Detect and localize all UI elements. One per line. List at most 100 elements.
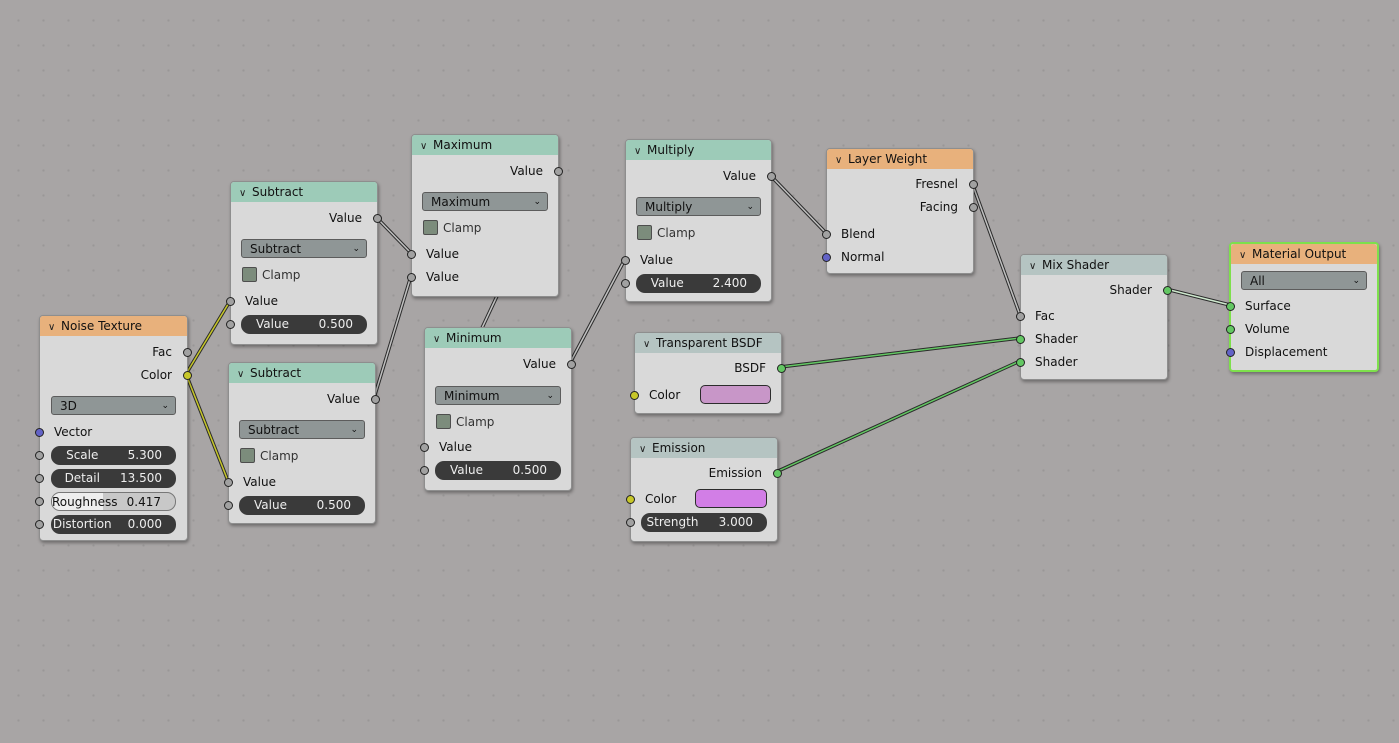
mix-shader-node[interactable]: ∨ Mix Shader Shader Fac Shader Shader xyxy=(1016,254,1172,380)
collapse-chevron-icon[interactable]: ∨ xyxy=(639,440,652,458)
socket-fac[interactable] xyxy=(1016,312,1025,321)
dropdown-value: Multiply xyxy=(645,200,693,214)
socket-scale[interactable] xyxy=(35,451,44,460)
emission-node[interactable]: ∨ Emission Emission Color Strength 3.000 xyxy=(626,437,782,542)
socket-shader-out[interactable] xyxy=(1163,286,1172,295)
value-field[interactable]: Value 0.500 xyxy=(241,315,367,334)
material-output-node[interactable]: ∨ Material Output All ⌄ Surface Volume Dis… xyxy=(1226,242,1379,372)
socket-surface[interactable] xyxy=(1226,302,1235,311)
minimum-node[interactable]: ∨ Minimum Value Minimum ⌄ Clamp Value Valu… xyxy=(420,327,576,491)
color-swatch[interactable] xyxy=(695,489,767,508)
clamp-checkbox[interactable]: Clamp xyxy=(436,414,494,430)
socket-emission[interactable] xyxy=(773,469,782,478)
collapse-chevron-icon[interactable]: ∨ xyxy=(1239,246,1252,264)
socket-value-in[interactable] xyxy=(226,297,235,306)
socket-fac[interactable] xyxy=(183,348,192,357)
socket-blend[interactable] xyxy=(822,230,831,239)
multiply-node[interactable]: ∨ Multiply Value Multiply ⌄ Clamp Value Va… xyxy=(621,139,776,302)
operation-dropdown[interactable]: Maximum ⌄ xyxy=(422,192,548,211)
operation-dropdown[interactable]: Minimum ⌄ xyxy=(435,386,561,405)
roughness-slider[interactable]: Roughness 0.417 xyxy=(51,492,176,511)
clamp-checkbox[interactable]: Clamp xyxy=(240,448,298,464)
socket-value-in[interactable] xyxy=(420,443,429,452)
value-field[interactable]: Value 0.500 xyxy=(435,461,561,480)
socket-distortion[interactable] xyxy=(35,520,44,529)
collapse-chevron-icon[interactable]: ∨ xyxy=(420,137,433,155)
detail-field[interactable]: Detail 13.500 xyxy=(51,469,176,488)
node-header[interactable]: ∨ Multiply xyxy=(626,140,771,160)
value-field[interactable]: Value 2.400 xyxy=(636,274,761,293)
subtract-node-2[interactable]: ∨ Subtract Value Subtract ⌄ Clamp Value Va… xyxy=(224,362,380,524)
operation-dropdown[interactable]: Multiply ⌄ xyxy=(636,197,761,216)
collapse-chevron-icon[interactable]: ∨ xyxy=(835,151,848,169)
socket-detail[interactable] xyxy=(35,474,44,483)
socket-volume[interactable] xyxy=(1226,325,1235,334)
maximum-node[interactable]: ∨ Maximum Value Maximum ⌄ Clamp Value Valu… xyxy=(407,134,563,297)
collapse-chevron-icon[interactable]: ∨ xyxy=(239,184,252,202)
collapse-chevron-icon[interactable]: ∨ xyxy=(1029,257,1042,275)
socket-value-in-2[interactable] xyxy=(420,466,429,475)
operation-dropdown[interactable]: Subtract ⌄ xyxy=(241,239,367,258)
socket-value-in-2[interactable] xyxy=(621,279,630,288)
socket-value-in[interactable] xyxy=(621,256,630,265)
color-swatch[interactable] xyxy=(700,385,771,404)
socket-value-out[interactable] xyxy=(371,395,380,404)
layer-weight-node[interactable]: ∨ Layer Weight Fresnel Facing Blend Norma… xyxy=(822,148,978,274)
checkbox-box[interactable] xyxy=(637,225,652,240)
socket-shader-in-2[interactable] xyxy=(1016,358,1025,367)
node-header[interactable]: ∨ Maximum xyxy=(412,135,558,155)
socket-color[interactable] xyxy=(630,391,639,400)
node-header[interactable]: ∨ Transparent BSDF xyxy=(635,333,781,353)
scale-field[interactable]: Scale 5.300 xyxy=(51,446,176,465)
socket-value-out[interactable] xyxy=(767,172,776,181)
clamp-checkbox[interactable]: Clamp xyxy=(423,220,481,236)
socket-vector[interactable] xyxy=(35,428,44,437)
strength-field[interactable]: Strength 3.000 xyxy=(641,513,767,532)
node-header[interactable]: ∨ Noise Texture xyxy=(40,316,187,336)
node-header[interactable]: ∨ Material Output xyxy=(1231,244,1377,264)
collapse-chevron-icon[interactable]: ∨ xyxy=(643,335,656,353)
target-dropdown[interactable]: All ⌄ xyxy=(1241,271,1367,290)
node-header[interactable]: ∨ Subtract xyxy=(229,363,375,383)
socket-shader-in-1[interactable] xyxy=(1016,335,1025,344)
socket-value-in-1[interactable] xyxy=(407,250,416,259)
socket-displacement[interactable] xyxy=(1226,348,1235,357)
socket-value-out[interactable] xyxy=(554,167,563,176)
value-field[interactable]: Value 0.500 xyxy=(239,496,365,515)
collapse-chevron-icon[interactable]: ∨ xyxy=(48,318,61,336)
subtract-node-1[interactable]: ∨ Subtract Value Subtract ⌄ Clamp Value Va… xyxy=(226,181,382,345)
transparent-bsdf-node[interactable]: ∨ Transparent BSDF BSDF Color xyxy=(630,332,786,414)
checkbox-box[interactable] xyxy=(242,267,257,282)
collapse-chevron-icon[interactable]: ∨ xyxy=(634,142,647,160)
collapse-chevron-icon[interactable]: ∨ xyxy=(433,330,446,348)
socket-value-out[interactable] xyxy=(373,214,382,223)
noise-texture-node[interactable]: ∨ Noise Texture Fac Color 3D ⌄ Vector Scal… xyxy=(35,315,192,541)
socket-value-out[interactable] xyxy=(567,360,576,369)
node-header[interactable]: ∨ Layer Weight xyxy=(827,149,973,169)
operation-dropdown[interactable]: Subtract ⌄ xyxy=(239,420,365,439)
socket-value-in-2[interactable] xyxy=(226,320,235,329)
socket-roughness[interactable] xyxy=(35,497,44,506)
socket-value-in[interactable] xyxy=(224,478,233,487)
socket-bsdf[interactable] xyxy=(777,364,786,373)
node-header[interactable]: ∨ Mix Shader xyxy=(1021,255,1167,275)
socket-color[interactable] xyxy=(626,495,635,504)
socket-normal[interactable] xyxy=(822,253,831,262)
checkbox-box[interactable] xyxy=(423,220,438,235)
dimension-dropdown[interactable]: 3D ⌄ xyxy=(51,396,176,415)
socket-fresnel[interactable] xyxy=(969,180,978,189)
clamp-checkbox[interactable]: Clamp xyxy=(637,225,695,241)
checkbox-box[interactable] xyxy=(436,414,451,429)
node-header[interactable]: ∨ Emission xyxy=(631,438,777,458)
collapse-chevron-icon[interactable]: ∨ xyxy=(237,365,250,383)
socket-value-in-2[interactable] xyxy=(407,273,416,282)
node-header[interactable]: ∨ Minimum xyxy=(425,328,571,348)
socket-color[interactable] xyxy=(183,371,192,380)
distortion-field[interactable]: Distortion 0.000 xyxy=(51,515,176,534)
socket-strength[interactable] xyxy=(626,518,635,527)
checkbox-box[interactable] xyxy=(240,448,255,463)
socket-facing[interactable] xyxy=(969,203,978,212)
clamp-checkbox[interactable]: Clamp xyxy=(242,267,300,283)
socket-value-in-2[interactable] xyxy=(224,501,233,510)
node-header[interactable]: ∨ Subtract xyxy=(231,182,377,202)
